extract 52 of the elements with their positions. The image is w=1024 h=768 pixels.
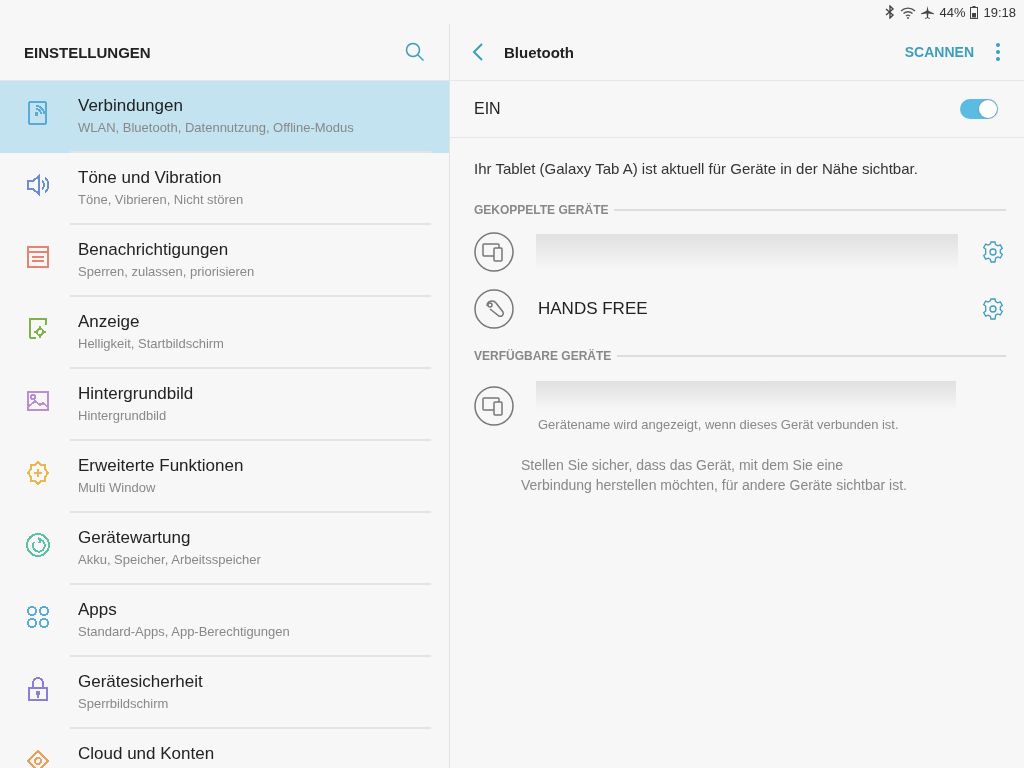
settings-item[interactable]: Verbindungen WLAN, Bluetooth, Datennutzung, Offline-Modus <box>0 81 449 153</box>
airplane-icon <box>921 5 935 19</box>
settings-item-title: Hintergrundbild <box>78 384 194 404</box>
switch-label: EIN <box>474 100 501 118</box>
settings-item-subtitle: Töne, Vibrieren, Nicht stören <box>78 192 244 207</box>
search-button[interactable] <box>403 40 427 64</box>
settings-icon[interactable] <box>980 295 1006 322</box>
back-button[interactable] <box>470 41 486 63</box>
settings-item-title: Apps <box>78 600 117 620</box>
section-header: GEKOPPELTE GERÄTE <box>474 203 609 217</box>
settings-item[interactable]: Gerätewartung Akku, Speicher, Arbeitsspeicher <box>0 513 449 585</box>
settings-title: EINSTELLUNGEN <box>24 43 151 61</box>
clock-time: 19:18 <box>983 4 1016 20</box>
headset-icon <box>474 288 514 329</box>
device-note: Gerätename wird angezeigt, wenn dieses Gerät verbunden ist. <box>537 416 900 432</box>
battery-percent: 44% <box>939 4 966 20</box>
settings-item-subtitle: Helligkeit, Startbildschirm <box>78 336 224 351</box>
section-header: VERFÜGBARE GERÄTE <box>474 349 612 363</box>
bluetooth-icon <box>885 5 896 19</box>
more-options-icon[interactable] <box>994 41 1002 63</box>
settings-item[interactable]: Erweiterte Funktionen Multi Window <box>0 441 449 513</box>
settings-item-subtitle: Multi Window <box>78 480 156 495</box>
settings-item-subtitle: Sperren, zulassen, priorisieren <box>78 264 255 279</box>
settings-item-title: Cloud und Konten <box>78 744 215 764</box>
devices-icon <box>474 231 514 272</box>
wifi-icon <box>900 5 917 19</box>
bluetooth-switch[interactable] <box>960 99 998 119</box>
devices-icon <box>474 386 514 426</box>
settings-item[interactable]: Gerätesicherheit Sperrbildschirm <box>0 657 449 729</box>
visibility-text: Ihr Tablet (Galaxy Tab A) ist aktuell für Geräte in der Nähe sichtbar. <box>474 160 919 177</box>
settings-item-title: Gerätesicherheit <box>78 672 203 692</box>
settings-item-title: Benachrichtigungen <box>78 240 229 260</box>
settings-item-subtitle: Hintergrundbild <box>78 408 167 423</box>
settings-item[interactable]: Benachrichtigungen Sperren, zulassen, priorisieren <box>0 225 449 297</box>
settings-item-subtitle: WLAN, Bluetooth, Datennutzung, Offline-Modus <box>78 120 354 135</box>
settings-item-title: Gerätewartung <box>78 528 191 548</box>
settings-item[interactable]: Hintergrundbild Hintergrundbild <box>0 369 449 441</box>
device-name[interactable]: HANDS FREE <box>536 298 958 319</box>
settings-item-title: Erweiterte Funktionen <box>78 456 244 476</box>
settings-item-title: Anzeige <box>78 312 140 332</box>
page-title: Bluetooth <box>504 43 575 61</box>
settings-item-title: Verbindungen <box>78 96 183 116</box>
settings-item-subtitle: Akku, Speicher, Arbeitsspeicher <box>78 552 261 567</box>
settings-item-subtitle: Sperrbildschirm <box>78 696 169 711</box>
hint-text: Stellen Sie sicher, dass das Gerät, mit dem Sie eine Verbindung herstellen möchten, für andere Geräte sichtbar ist. <box>521 456 908 496</box>
settings-item-subtitle: Standard-Apps, App-Berechtigungen <box>78 624 290 639</box>
settings-item[interactable]: Apps Standard-Apps, App-Berechtigungen <box>0 585 449 657</box>
settings-icon[interactable] <box>980 238 1006 265</box>
battery-icon <box>970 5 979 19</box>
settings-item[interactable]: Töne und Vibration Töne, Vibrieren, Nicht stören <box>0 153 449 225</box>
settings-item[interactable]: Anzeige Helligkeit, Startbildschirm <box>0 297 449 369</box>
settings-item-title: Töne und Vibration <box>78 168 222 188</box>
